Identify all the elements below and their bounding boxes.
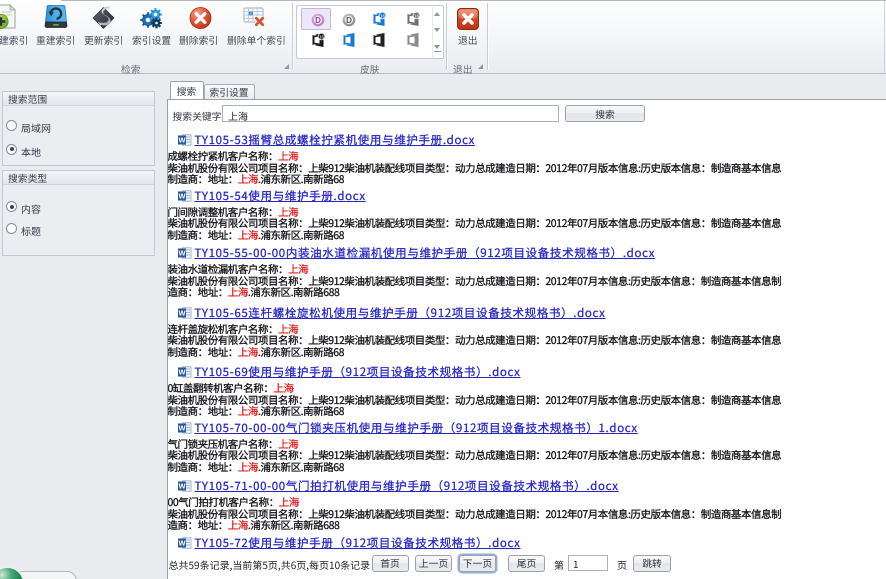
svg-text:16: 16 [414, 14, 420, 19]
svg-text:W: W [178, 423, 186, 432]
svg-text:W: W [178, 482, 186, 491]
svg-text:W: W [178, 538, 186, 547]
svg-text:W: W [178, 249, 186, 258]
svg-text:D: D [346, 16, 352, 25]
svg-text:W: W [178, 191, 186, 200]
svg-text:16: 16 [380, 14, 386, 19]
svg-text:16: 16 [319, 35, 325, 40]
svg-text:W: W [178, 308, 186, 317]
svg-text:W: W [178, 136, 186, 145]
svg-text:D: D [315, 16, 321, 25]
svg-text:W: W [178, 368, 186, 377]
